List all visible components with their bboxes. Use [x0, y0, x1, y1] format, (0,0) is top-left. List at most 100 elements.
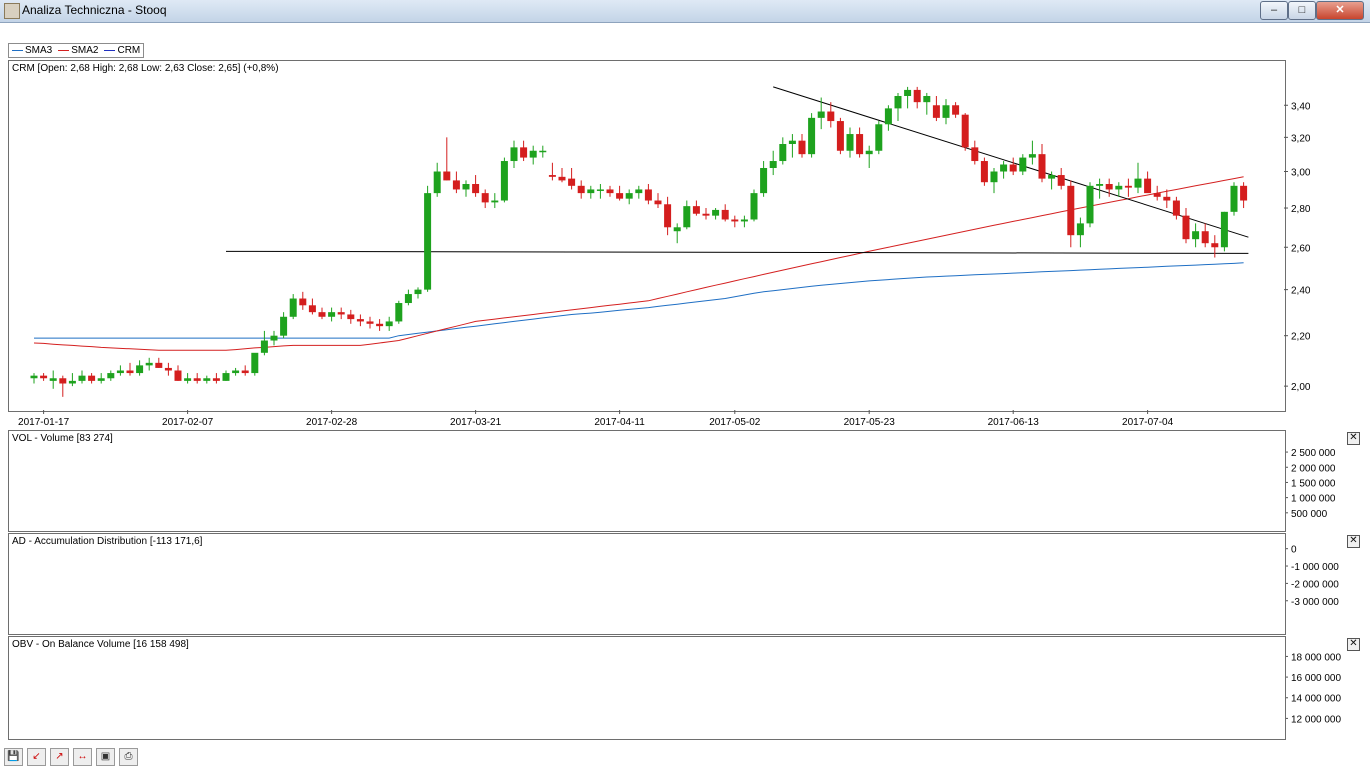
date-x-tick-label: 2017-05-23	[844, 417, 896, 428]
candle-body	[1230, 185, 1238, 212]
close-ad-panel-button[interactable]: ✕	[1347, 535, 1360, 548]
close-obv-panel-button[interactable]: ✕	[1347, 638, 1360, 651]
zoom-in-icon[interactable]: ↙	[27, 748, 46, 766]
candle-body	[923, 95, 931, 103]
candle-body	[913, 89, 921, 103]
candle-body	[1211, 243, 1219, 248]
candle-body	[385, 321, 393, 327]
candle-body	[932, 105, 940, 118]
candle-body	[1067, 185, 1075, 236]
candle-body	[798, 140, 806, 155]
candle-body	[721, 209, 729, 220]
candle-body	[644, 189, 652, 201]
candle-body	[126, 370, 134, 374]
candle-body	[1182, 215, 1190, 240]
price-y-tick-label: 3,20	[1291, 133, 1311, 144]
candle-body	[433, 171, 441, 194]
candle-body	[1019, 157, 1027, 172]
candle-body	[155, 362, 163, 368]
zoom-range-icon[interactable]: ↔	[73, 748, 92, 766]
candle-body	[616, 193, 624, 199]
candle-body	[1048, 175, 1056, 179]
candle-body	[1153, 193, 1161, 197]
candle-body	[1086, 185, 1094, 224]
price-y-tick-label: 2,60	[1291, 243, 1311, 254]
candle-body	[270, 335, 278, 341]
candle-body	[366, 321, 374, 324]
candle-body	[980, 161, 988, 183]
candle-body	[203, 378, 211, 381]
candle-body	[193, 378, 201, 381]
candle-body	[1028, 154, 1036, 158]
zoom-out-icon[interactable]: ↗	[50, 748, 69, 766]
volume-panel-label: VOL - Volume [83 274]	[12, 433, 113, 444]
candle-body	[894, 95, 902, 109]
date-x-tick-label: 2017-02-07	[162, 417, 214, 428]
trend-line	[225, 250, 1249, 254]
candle-body	[1192, 231, 1200, 240]
save-icon[interactable]: 💾	[4, 748, 23, 766]
volume-y-tick-label: 1 500 000	[1291, 478, 1336, 489]
obv-panel[interactable]: OBV - On Balance Volume [16 158 498]	[8, 636, 1286, 740]
volume-y-tick-label: 2 500 000	[1291, 448, 1336, 459]
ad-panel-label: AD - Accumulation Distribution [-113 171…	[12, 536, 203, 547]
date-x-tick-label: 2017-01-17	[18, 417, 70, 428]
candle-body	[78, 375, 86, 381]
candle-body	[356, 319, 364, 322]
candle-body	[1144, 178, 1152, 194]
candle-body	[88, 375, 96, 381]
sma3-line	[34, 262, 1244, 339]
candle-body	[1115, 185, 1123, 190]
candle-body	[769, 161, 777, 168]
candle-body	[865, 150, 873, 155]
candle-body	[875, 124, 883, 151]
ad-y-tick-label: 0	[1291, 545, 1297, 556]
candle-body	[164, 367, 172, 371]
candle-body	[49, 378, 57, 381]
candle-body	[520, 147, 528, 158]
ad-y-tick-label: -1 000 000	[1291, 562, 1339, 573]
candle-body	[558, 176, 566, 181]
candle-body	[539, 150, 547, 153]
candle-body	[856, 134, 864, 155]
candle-body	[97, 378, 105, 381]
candle-body	[731, 219, 739, 222]
price-y-tick-label: 3,40	[1291, 101, 1311, 112]
candle-body	[241, 370, 249, 374]
candle-body	[1172, 200, 1180, 216]
candle-body	[827, 111, 835, 122]
candle-body	[606, 189, 614, 194]
ad-y-tick-label: -2 000 000	[1291, 579, 1339, 590]
candle-body	[1000, 164, 1008, 172]
candle-body	[702, 213, 710, 216]
obv-y-tick-label: 16 000 000	[1291, 673, 1341, 684]
candle-body	[414, 289, 422, 295]
candle-body	[328, 312, 336, 317]
close-volume-panel-button[interactable]: ✕	[1347, 432, 1360, 445]
candle-body	[904, 89, 912, 96]
ad-y-tick-label: -3 000 000	[1291, 597, 1339, 608]
obv-y-tick-label: 18 000 000	[1291, 652, 1341, 663]
sma2-line	[33, 176, 1244, 351]
candle-body	[760, 167, 768, 194]
candle-body	[1096, 184, 1104, 186]
fit-icon[interactable]: ▣	[96, 748, 115, 766]
candle-body	[462, 184, 470, 190]
candle-body	[145, 362, 153, 366]
candle-body	[260, 340, 268, 353]
candle-body	[817, 111, 825, 118]
price-y-tick-label: 2,80	[1291, 204, 1311, 215]
candle-body	[299, 298, 307, 306]
print-icon[interactable]: ⎙	[119, 748, 138, 766]
candle-body	[318, 312, 326, 317]
candle-body	[664, 204, 672, 228]
candle-body	[395, 303, 403, 322]
candle-body	[337, 312, 345, 315]
volume-panel[interactable]: VOL - Volume [83 274]	[8, 430, 1286, 532]
candle-body	[1134, 178, 1142, 188]
candle-body	[424, 193, 432, 290]
accumulation-distribution-panel[interactable]: AD - Accumulation Distribution [-113 171…	[8, 533, 1286, 635]
candle-body	[510, 147, 518, 162]
candle-body	[452, 180, 460, 190]
candle-body	[472, 184, 480, 194]
